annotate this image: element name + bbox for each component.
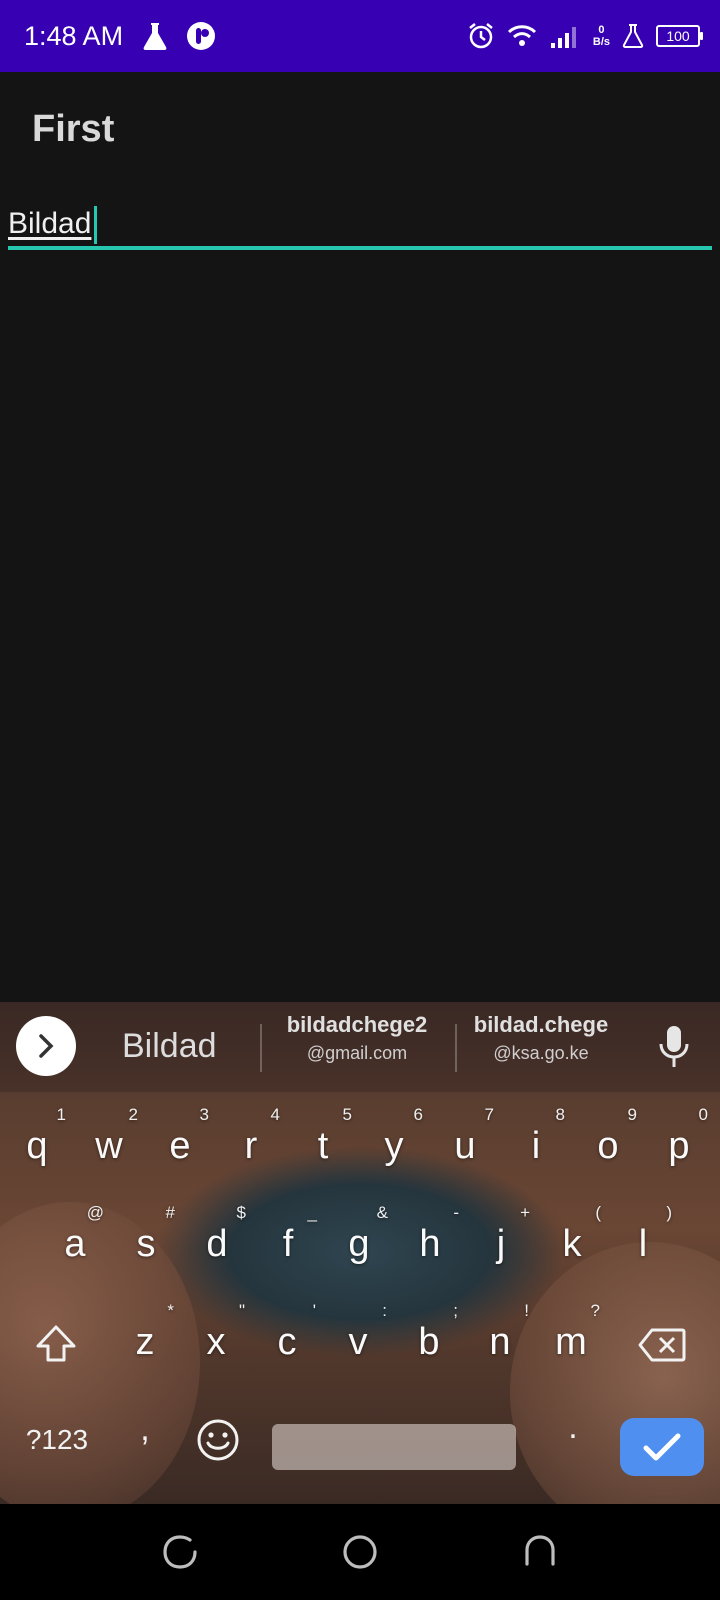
home-icon[interactable] [340,1532,380,1572]
net-speed-value: 0 [598,24,605,36]
net-speed-unit: B/s [592,36,610,48]
recents-icon[interactable] [160,1532,200,1572]
key-x[interactable]: x " [181,1294,251,1390]
key-g[interactable]: g & [324,1196,394,1292]
key-q[interactable]: q1 [2,1098,72,1194]
done-key[interactable] [620,1418,704,1476]
key-j[interactable]: j + [466,1196,536,1292]
period-key[interactable]: . [548,1394,598,1490]
key-k[interactable]: k( [537,1196,607,1292]
name-input[interactable]: Bildad [8,196,712,254]
suggestion-1[interactable]: Bildad [122,1026,217,1066]
key-r[interactable]: r4 [216,1098,286,1194]
input-underline [8,246,712,250]
microphone-icon[interactable] [656,1024,692,1070]
alarm-icon [469,23,493,49]
key-z[interactable]: z * [110,1294,180,1390]
back-icon[interactable] [520,1532,560,1572]
key-e[interactable]: e3 [145,1098,215,1194]
suggestion-divider [260,1024,262,1072]
chevron-right-icon [39,1034,54,1058]
signal-icon [550,27,576,48]
key-v[interactable]: v: [323,1294,393,1390]
key-t[interactable]: t5 [288,1098,358,1194]
key-o[interactable]: o9 [573,1098,643,1194]
key-d[interactable]: d $ [182,1196,252,1292]
key-u[interactable]: u7 [430,1098,500,1194]
key-c[interactable]: c ' [252,1294,322,1390]
wifi-icon [507,25,536,46]
key-b[interactable]: b; [394,1294,464,1390]
space-key[interactable] [272,1424,516,1470]
status-time: 1:48 AM [24,21,124,51]
key-l[interactable]: l) [608,1196,678,1292]
page-title: First [32,108,115,150]
suggestion-2[interactable]: bildadchege2 @gmail.com [267,1010,447,1066]
emoji-icon [197,1419,239,1461]
comma-key[interactable]: , [120,1394,170,1490]
flask-icon [622,24,644,48]
status-left-icons [142,20,216,52]
status-bar: 1:48 AM 0 B/s 100 [0,0,720,72]
backspace-key[interactable] [620,1296,704,1392]
key-w[interactable]: w2 [74,1098,144,1194]
suggestion-2-line2: @gmail.com [306,1043,408,1063]
expand-toolbar-button[interactable] [16,1016,76,1076]
key-h[interactable]: h- [395,1196,465,1292]
checkmark-icon [643,1433,681,1461]
suggestion-strip: Bildad bildadchege2 @gmail.com bildad.ch… [0,1002,720,1092]
key-p[interactable]: p0 [644,1098,714,1194]
status-right-icons: 0 B/s 100 [467,20,703,52]
key-a[interactable]: a @ [40,1196,110,1292]
flask-icon [143,23,167,50]
name-input-value[interactable]: Bildad [8,204,91,244]
backspace-icon [638,1328,686,1362]
key-f[interactable]: f _ [253,1196,323,1292]
net-speed-indicator: 0 B/s [593,24,610,48]
text-cursor [94,206,97,244]
pill-icon [187,22,215,50]
suggestion-3[interactable]: bildad.chege @ksa.go.ke [451,1010,631,1066]
key-s[interactable]: s # [111,1196,181,1292]
suggestion-3-line2: @ksa.go.ke [493,1043,589,1063]
key-y[interactable]: y6 [359,1098,429,1194]
suggestion-2-line1: bildadchege2 [286,1012,428,1037]
shift-key[interactable] [16,1296,96,1392]
emoji-key[interactable] [186,1394,250,1490]
suggestion-3-line1: bildad.chege [473,1012,609,1037]
battery-indicator: 100 [656,25,703,47]
key-n[interactable]: n! [465,1294,535,1390]
key-m[interactable]: m? [536,1294,606,1390]
symbols-key[interactable]: ?123 [14,1394,100,1490]
shift-icon [36,1325,76,1362]
key-i[interactable]: i8 [501,1098,571,1194]
navigation-bar [0,1504,720,1600]
soft-keyboard: Bildad bildadchege2 @gmail.com bildad.ch… [0,1002,720,1504]
